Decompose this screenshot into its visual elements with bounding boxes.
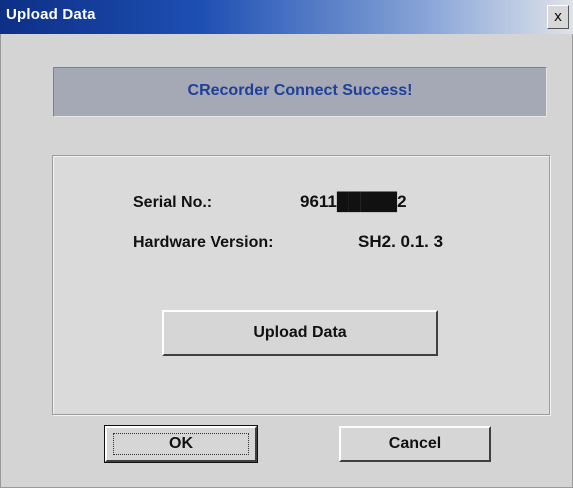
status-banner: CRecorder Connect Success!	[53, 67, 547, 117]
serial-number-label: Serial No.:	[133, 194, 213, 211]
upload-data-dialog: Upload Data x CRecorder Connect Success!…	[0, 0, 573, 488]
title-bar[interactable]: Upload Data x	[0, 0, 573, 34]
cancel-button[interactable]: Cancel	[339, 426, 491, 462]
connect-status-message: CRecorder Connect Success!	[187, 82, 413, 99]
hardware-version-label: Hardware Version:	[133, 234, 274, 251]
serial-number-value: 9611█████2	[300, 192, 407, 211]
close-button[interactable]: x	[547, 5, 569, 29]
ok-button[interactable]: OK	[104, 425, 258, 463]
upload-data-button[interactable]: Upload Data	[162, 310, 438, 356]
device-info-panel: Serial No.: 9611█████2 Hardware Version:…	[52, 155, 550, 415]
focus-rectangle	[113, 433, 249, 455]
window-title: Upload Data	[6, 6, 96, 23]
hardware-version-value: SH2. 0.1. 3	[358, 232, 444, 251]
